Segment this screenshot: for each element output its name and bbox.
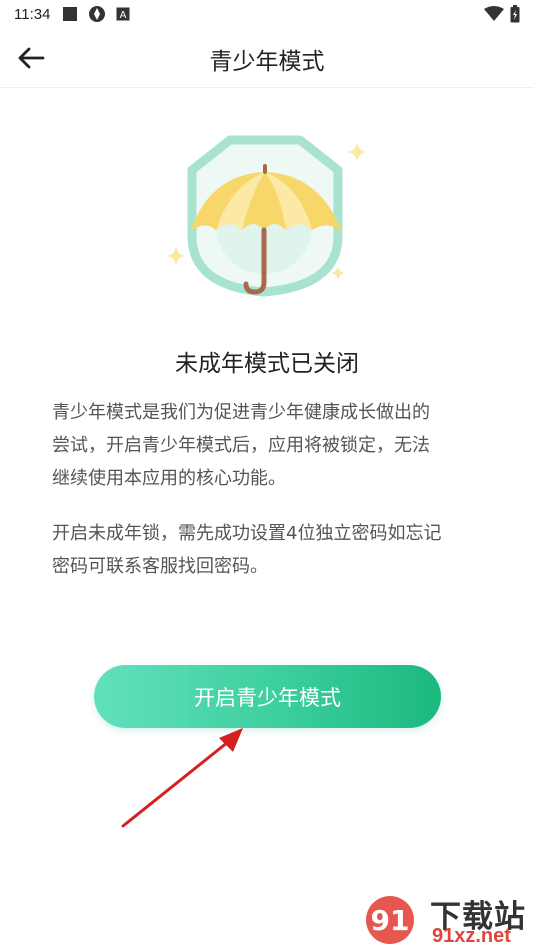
svg-text:91: 91 <box>371 904 410 937</box>
nav-bar: 青少年模式 <box>0 28 534 88</box>
description-paragraph-1: 青少年模式是我们为促进青少年健康成长做出的 尝试，开启青少年模式后，应用将被锁定… <box>52 396 492 495</box>
sparkle-icon <box>331 266 345 280</box>
sparkle-icon <box>166 246 186 266</box>
page-title: 青少年模式 <box>209 49 325 75</box>
shutter-icon <box>89 6 106 22</box>
status-time: 11:34 <box>14 5 51 23</box>
status-heading: 未成年模式已关闭 <box>175 351 359 377</box>
description-paragraph-2: 开启未成年锁，需先成功设置4位独立密码如忘记 密码可联系客服找回密码。 <box>52 517 492 583</box>
sparkle-icon <box>347 142 367 162</box>
umbrella-shield-icon <box>166 135 367 297</box>
description-line: 尝试，开启青少年模式后，应用将被锁定，无法 <box>52 435 430 456</box>
status-left-icons: A <box>62 5 130 23</box>
enable-youth-mode-label: 开启青少年模式 <box>194 685 341 710</box>
description-line: 密码可联系客服找回密码。 <box>52 556 268 577</box>
watermark-url: 91xz.net <box>432 925 511 947</box>
square-notification-icon <box>63 7 78 21</box>
enable-youth-mode-button[interactable]: 开启青少年模式 <box>94 665 441 728</box>
battery-charging-icon <box>510 5 520 23</box>
svg-text:A: A <box>120 10 127 21</box>
wifi-icon <box>484 6 504 21</box>
a-badge-icon: A <box>116 7 130 21</box>
description-line: 继续使用本应用的核心功能。 <box>52 468 286 489</box>
description-line: 青少年模式是我们为促进青少年健康成长做出的 <box>52 402 430 423</box>
status-right-icons <box>484 5 520 23</box>
description-line: 开启未成年锁，需先成功设置4位独立密码如忘记 <box>52 523 442 544</box>
red-arrow-icon <box>121 728 243 828</box>
status-bar: 11:34 A <box>0 0 534 28</box>
